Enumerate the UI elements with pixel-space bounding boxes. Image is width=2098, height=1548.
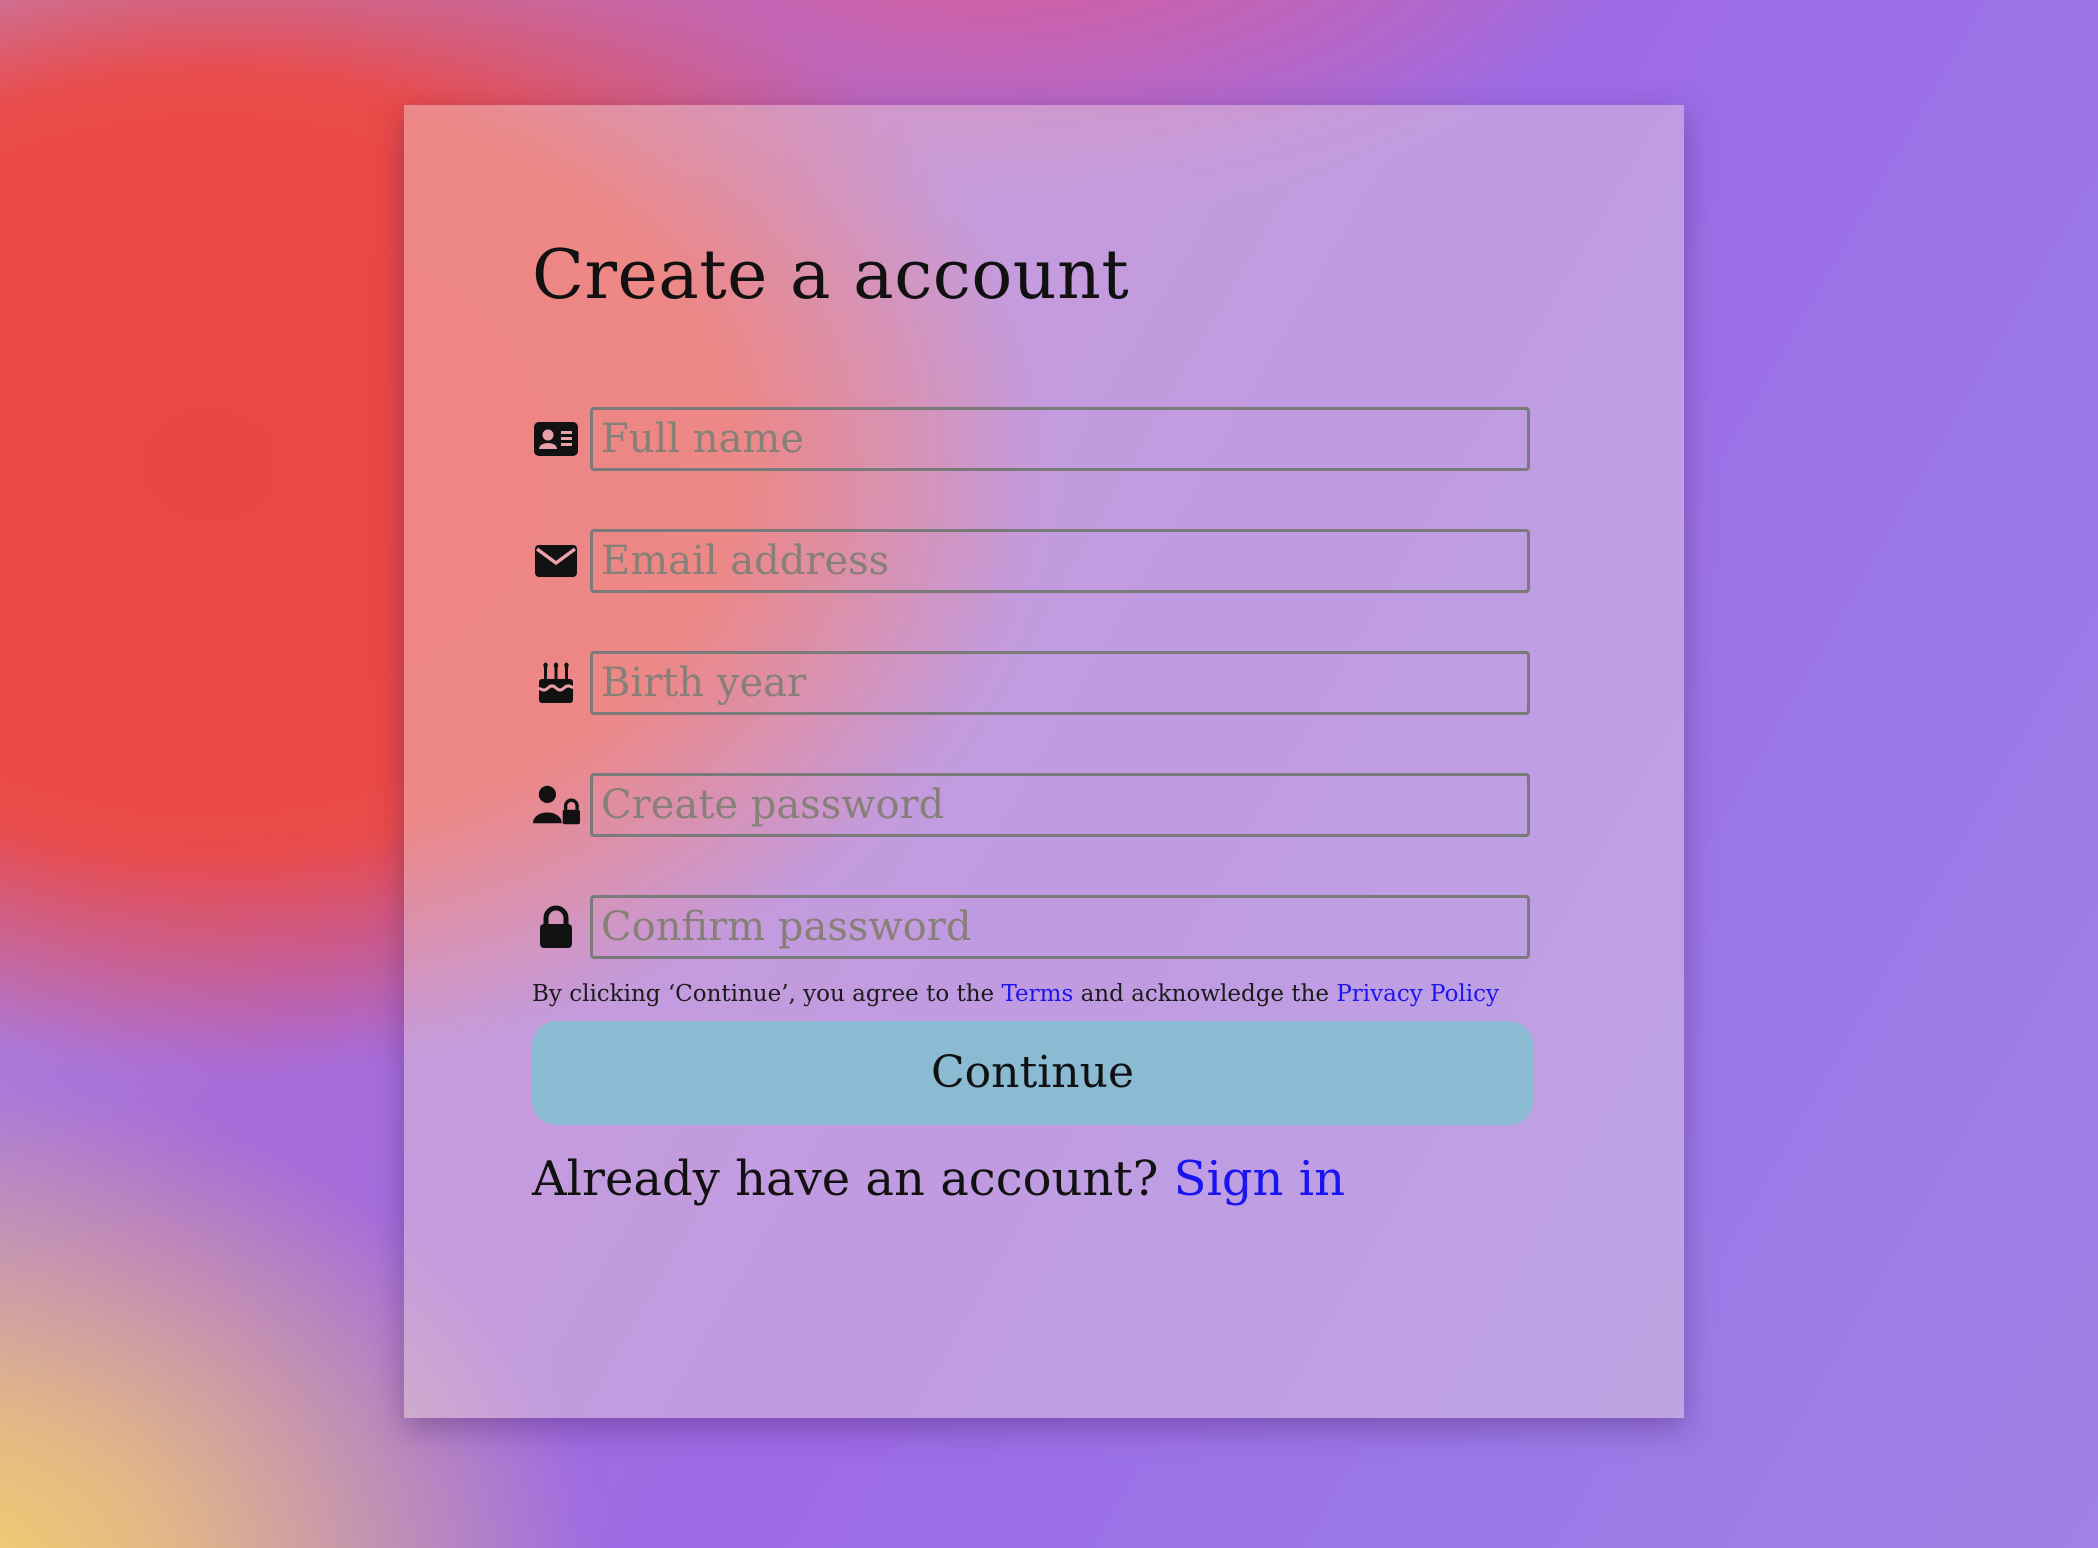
sign-in-link[interactable]: Sign in [1174,1151,1345,1207]
legal-notice: By clicking ‘Continue’, you agree to the… [532,981,1684,1007]
continue-button[interactable]: Continue [532,1020,1533,1125]
signin-prompt: Already have an account? [532,1150,1159,1207]
email-row [532,528,1684,593]
confirm-password-input[interactable] [590,894,1530,959]
confirm-password-row [532,894,1684,959]
envelope-icon [532,537,580,585]
lock-icon [532,903,580,951]
birth-year-row [532,650,1684,715]
id-card-icon [532,415,580,463]
full-name-input[interactable] [590,406,1530,471]
birth-year-input[interactable] [590,650,1530,715]
create-password-input[interactable] [590,772,1530,837]
privacy-policy-link[interactable]: Privacy Policy [1336,981,1499,1007]
terms-link[interactable]: Terms [1001,981,1073,1007]
signup-card: Create a account Full name Email address… [404,105,1684,1418]
user-lock-icon [532,781,580,829]
legal-prefix: By clicking ‘Continue’, you agree to the [532,980,995,1007]
email-input[interactable] [590,528,1530,593]
signin-prompt-line: Already have an account? Sign in [532,1151,1684,1207]
create-password-row [532,772,1684,837]
signup-form [532,406,1684,959]
page-title: Create a account [532,236,1130,315]
birthday-cake-icon [532,659,580,707]
legal-middle: and acknowledge the [1080,980,1330,1007]
full-name-row [532,406,1684,471]
